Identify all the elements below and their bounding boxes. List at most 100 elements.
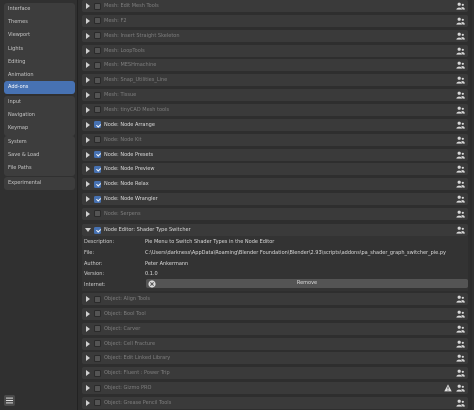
addon-enable-checkbox[interactable] <box>94 47 101 55</box>
addon-enable-checkbox[interactable] <box>94 369 101 377</box>
addon-name: Node: Serpens <box>104 210 141 217</box>
sidebar-item-interface[interactable]: Interface <box>4 3 75 16</box>
sidebar-item-experimental[interactable]: Experimental <box>4 177 75 190</box>
addon-row[interactable]: Mesh: MESHmachine <box>82 59 468 72</box>
addon-enable-checkbox[interactable] <box>94 151 101 158</box>
addon-row[interactable]: Mesh: Snap_Utilities_Line <box>82 74 468 87</box>
addon-row[interactable]: Mesh: LoopTools <box>82 44 468 57</box>
addon-enable-checkbox[interactable] <box>94 2 101 10</box>
addon-row[interactable]: Object: Edit Linked Library <box>82 352 468 365</box>
expand-triangle-icon[interactable] <box>86 151 90 158</box>
addon-name: Object: Cell Fracture <box>104 340 156 347</box>
addon-enable-checkbox[interactable] <box>94 295 101 303</box>
addon-enable-checkbox[interactable] <box>94 180 101 188</box>
user-addon-icon <box>456 325 465 333</box>
addon-row[interactable]: Object: Grease Pencil Tools <box>82 396 468 409</box>
expand-triangle-icon[interactable] <box>86 296 90 302</box>
expand-triangle-icon[interactable] <box>86 355 90 362</box>
addon-enable-checkbox[interactable] <box>94 61 101 69</box>
addon-enable-checkbox[interactable] <box>94 325 101 333</box>
sidebar-item-save-load[interactable]: Save & Load <box>4 149 75 162</box>
addon-name: Node: Node Arrange <box>104 121 155 128</box>
addon-enable-checkbox[interactable] <box>94 310 101 318</box>
addon-row[interactable]: Mesh: Insert Straight Skeleton <box>82 29 468 42</box>
sidebar-item-editing[interactable]: Editing <box>4 56 75 69</box>
addon-row[interactable]: Node: Node Wrangler <box>82 193 468 206</box>
sidebar-item-viewport[interactable]: Viewport <box>4 29 75 42</box>
addon-enable-checkbox[interactable] <box>94 399 101 407</box>
addon-row[interactable]: Object: Bool Tool <box>82 307 468 320</box>
addon-enable-checkbox[interactable] <box>94 384 101 392</box>
expand-triangle-icon[interactable] <box>86 325 90 332</box>
expand-triangle-icon[interactable] <box>86 310 90 317</box>
addon-enable-checkbox[interactable] <box>94 165 101 173</box>
sidebar-item-navigation[interactable]: Navigation <box>4 109 75 122</box>
expand-triangle-icon[interactable] <box>86 181 90 188</box>
remove-label: Remove <box>296 280 318 286</box>
addon-enable-checkbox[interactable] <box>94 354 101 362</box>
user-addon-icon <box>456 47 465 55</box>
addon-row[interactable]: Mesh: Tissue <box>82 89 468 102</box>
expand-triangle-icon[interactable] <box>86 17 90 24</box>
addon-enable-checkbox[interactable] <box>94 121 101 129</box>
expand-triangle-icon[interactable] <box>86 399 90 406</box>
addon-enable-checkbox[interactable] <box>94 210 101 218</box>
expand-triangle-icon[interactable] <box>86 210 90 217</box>
addon-row[interactable]: Node: Node Kit <box>82 133 468 146</box>
collapse-triangle-icon[interactable] <box>85 228 91 232</box>
addon-enable-checkbox[interactable] <box>94 76 101 84</box>
addon-row[interactable]: Mesh: Edit Mesh Tools <box>82 0 468 12</box>
addon-row[interactable]: Object: Gizmo PRO <box>82 382 468 395</box>
sidebar-group: Input Navigation Keymap <box>4 96 75 136</box>
expand-triangle-icon[interactable] <box>86 77 90 84</box>
addon-name: Mesh: Snap_Utilities_Line <box>104 77 168 84</box>
expand-triangle-icon[interactable] <box>86 92 90 99</box>
expand-triangle-icon[interactable] <box>86 370 90 377</box>
expand-triangle-icon[interactable] <box>86 32 90 39</box>
addon-row[interactable]: Node: Node Arrange <box>82 118 468 131</box>
expand-triangle-icon[interactable] <box>86 62 90 69</box>
expand-triangle-icon[interactable] <box>86 136 90 143</box>
expand-triangle-icon[interactable] <box>86 47 90 54</box>
addon-row[interactable]: Mesh: tinyCAD Mesh tools <box>82 103 468 116</box>
addon-name: Node: Node Relax <box>104 181 149 188</box>
sidebar-item-themes[interactable]: Themes <box>4 16 75 29</box>
user-addon-icon <box>456 354 465 362</box>
addon-row[interactable]: Node: Node Presets <box>82 148 468 161</box>
addon-enable-checkbox[interactable] <box>94 32 101 40</box>
addon-row[interactable]: Node: Serpens <box>82 207 468 220</box>
sidebar-item-system[interactable]: System <box>4 136 75 149</box>
addon-row[interactable]: Node: Node Preview <box>82 163 468 176</box>
expand-triangle-icon[interactable] <box>86 3 90 9</box>
addon-enable-checkbox[interactable] <box>94 195 101 203</box>
expand-triangle-icon[interactable] <box>86 106 90 113</box>
expand-triangle-icon[interactable] <box>86 166 90 173</box>
sidebar-item-add-ons[interactable]: Add-ons <box>4 81 75 95</box>
expand-triangle-icon[interactable] <box>86 196 90 203</box>
addon-enable-checkbox[interactable] <box>94 91 101 99</box>
sidebar-item-file-paths[interactable]: File Paths <box>4 162 75 175</box>
expand-triangle-icon[interactable] <box>86 340 90 347</box>
addon-enable-checkbox[interactable] <box>94 136 101 144</box>
addon-row[interactable]: Object: Align Tools <box>82 293 468 305</box>
sidebar-item-lights[interactable]: Lights <box>4 43 75 56</box>
addon-row[interactable]: Node: Node Relax <box>82 178 468 191</box>
sidebar-item-keymap[interactable]: Keymap <box>4 122 75 135</box>
remove-button[interactable]: Remove <box>146 279 468 288</box>
addon-enable-checkbox[interactable] <box>94 226 101 234</box>
addon-enable-checkbox[interactable] <box>94 17 101 25</box>
scrollbar-track[interactable] <box>470 0 472 410</box>
addon-row[interactable]: Object: Fluent : Power Trip <box>82 367 468 380</box>
expand-triangle-icon[interactable] <box>86 121 90 128</box>
addon-name: Node: Node Kit <box>104 136 142 143</box>
sidebar-item-input[interactable]: Input <box>4 96 75 109</box>
addon-row[interactable]: Object: Cell Fracture <box>82 337 468 350</box>
addon-name: Node: Node Presets <box>104 151 154 158</box>
addon-row[interactable]: Object: Carver <box>82 322 468 335</box>
hamburger-menu-button[interactable] <box>4 395 15 406</box>
expand-triangle-icon[interactable] <box>86 385 90 392</box>
addon-row[interactable]: Mesh: F2 <box>82 14 468 27</box>
addon-row-expanded[interactable]: Node Editor: Shader Type Switcher <box>82 224 468 236</box>
addon-enable-checkbox[interactable] <box>94 106 101 114</box>
addon-enable-checkbox[interactable] <box>94 340 101 348</box>
